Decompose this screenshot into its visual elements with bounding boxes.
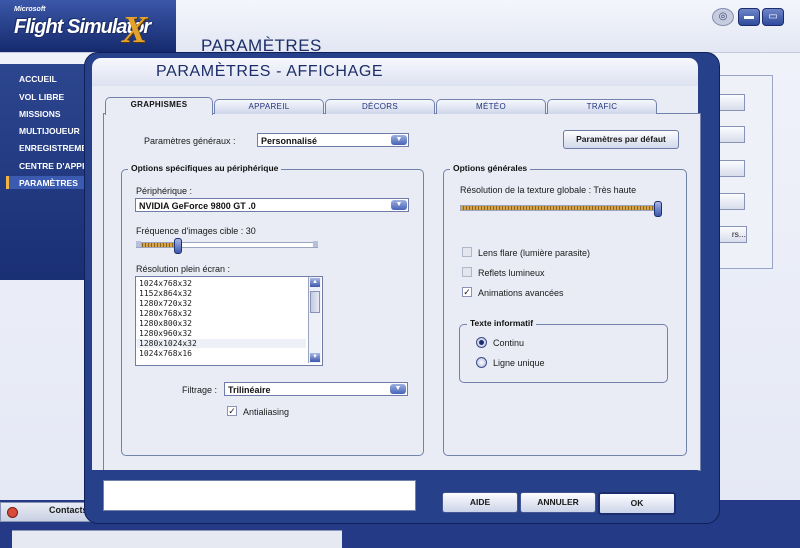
framerate-slider[interactable]	[136, 238, 318, 254]
flight-simulator-logo: Microsoft Flight Simulator X	[6, 6, 176, 51]
general-params-label: Paramètres généraux :	[144, 136, 236, 146]
framerate-label: Fréquence d'images cible : 30	[136, 226, 256, 236]
texture-slider-thumb[interactable]	[654, 201, 662, 217]
background-button-5[interactable]: rs...	[718, 226, 747, 243]
radio-continu-label: Continu	[493, 338, 525, 348]
nav-item-centre-apprentissage[interactable]: CENTRE D'APPR	[19, 161, 88, 171]
resolution-label: Résolution plein écran :	[136, 264, 231, 274]
radio-continu[interactable]	[476, 337, 487, 348]
lens-flare-checkbox[interactable]	[462, 247, 472, 257]
texture-resolution-label: Résolution de la texture globale : Très …	[460, 185, 637, 195]
maximize-button[interactable]: ▭	[762, 8, 784, 26]
list-item[interactable]: 1280x720x32	[139, 299, 192, 308]
checkmark-icon: ✓	[228, 406, 236, 416]
contacts-status-icon	[7, 507, 18, 518]
sound-icon[interactable]: ◎	[712, 8, 734, 26]
filter-label: Filtrage :	[182, 385, 218, 395]
dialog-title: PARAMÈTRES - AFFICHAGE	[156, 63, 384, 80]
info-text-title: Texte informatif	[467, 318, 537, 328]
list-item[interactable]: 1152x864x32	[139, 289, 192, 298]
tab-meteo[interactable]: MÉTÉO	[436, 99, 546, 114]
bottom-strip	[12, 530, 342, 548]
cancel-button[interactable]: ANNULER	[520, 492, 596, 513]
advanced-animations-label: Animations avancées	[478, 288, 564, 298]
info-text-group	[459, 324, 668, 383]
logo-x-mark: X	[122, 9, 148, 51]
texture-resolution-slider[interactable]	[460, 201, 662, 217]
logo-microsoft-text: Microsoft	[14, 6, 46, 13]
tab-graphismes[interactable]: GRAPHISMES	[105, 97, 213, 115]
contacts-label: Contacts	[49, 505, 88, 515]
light-reflections-checkbox[interactable]	[462, 267, 472, 277]
background-button-3[interactable]	[718, 160, 745, 177]
scroll-up-icon[interactable]: ▲	[310, 278, 320, 287]
nav-item-vol-libre[interactable]: VOL LIBRE	[19, 92, 64, 102]
general-options-group	[443, 169, 687, 456]
slider-max-mark	[313, 241, 318, 247]
general-params-select[interactable]: Personnalisé ▼	[257, 133, 409, 147]
device-select[interactable]: NVIDIA GeForce 9800 GT .0 ▼	[135, 198, 409, 212]
background-button-4[interactable]	[718, 193, 745, 210]
list-item-selected[interactable]: 1280x1024x32	[137, 339, 306, 348]
resolution-list[interactable]: 1024x768x32 1152x864x32 1280x720x32 1280…	[135, 276, 323, 366]
scroll-down-icon[interactable]: ▼	[310, 353, 320, 362]
list-item[interactable]: 1280x768x32	[139, 309, 192, 318]
general-options-title: Options générales	[450, 163, 531, 173]
filter-select[interactable]: Trilinéaire ▼	[224, 382, 408, 396]
ok-button[interactable]: OK	[598, 492, 676, 515]
antialiasing-label: Antialiasing	[243, 407, 290, 417]
device-label: Périphérique :	[136, 186, 193, 196]
nav-item-parametres[interactable]: PARAMÈTRES	[19, 178, 78, 188]
chevron-down-icon: ▼	[391, 200, 407, 210]
tab-appareil[interactable]: APPAREIL	[214, 99, 324, 114]
list-item[interactable]: 1280x960x32	[139, 329, 192, 338]
nav-item-accueil[interactable]: ACCUEIL	[19, 74, 57, 84]
radio-ligne-unique[interactable]	[476, 357, 487, 368]
background-right-panel: rs...	[718, 75, 773, 269]
default-settings-button[interactable]: Paramètres par défaut	[563, 130, 679, 149]
list-item[interactable]: 1024x768x16	[139, 349, 192, 358]
minimize-button[interactable]: ▬	[738, 8, 760, 26]
window-controls: ◎ ▬ ▭	[712, 8, 788, 28]
chevron-down-icon: ▼	[391, 135, 407, 145]
nav-item-multijoueur[interactable]: MULTIJOUEUR	[19, 126, 80, 136]
framerate-slider-fill	[137, 243, 175, 247]
antialiasing-checkbox[interactable]: ✓	[227, 406, 237, 416]
lens-flare-label: Lens flare (lumière parasite)	[478, 248, 591, 258]
list-item[interactable]: 1024x768x32	[139, 279, 192, 288]
general-params-value: Personnalisé	[261, 136, 318, 146]
framerate-slider-thumb[interactable]	[174, 238, 182, 254]
left-navigation: ACCUEIL VOL LIBRE MISSIONS MULTIJOUEUR E…	[0, 64, 98, 280]
nav-item-missions[interactable]: MISSIONS	[19, 109, 61, 119]
radio-dot	[479, 340, 484, 345]
slider-min-mark	[136, 241, 141, 247]
tab-decors[interactable]: DÉCORS	[325, 99, 435, 114]
background-button-2[interactable]	[718, 126, 745, 143]
scroll-thumb[interactable]	[310, 291, 320, 313]
footer-info-area	[103, 480, 416, 511]
advanced-animations-checkbox[interactable]: ✓	[462, 287, 472, 297]
filter-value: Trilinéaire	[228, 385, 271, 395]
device-value: NVIDIA GeForce 9800 GT .0	[139, 201, 256, 211]
device-options-title: Options spécifiques au périphérique	[128, 163, 282, 173]
tab-trafic[interactable]: TRAFIC	[547, 99, 657, 114]
light-reflections-label: Reflets lumineux	[478, 268, 545, 278]
texture-slider-fill	[461, 206, 655, 210]
help-button[interactable]: AIDE	[442, 492, 518, 513]
list-item[interactable]: 1280x800x32	[139, 319, 192, 328]
resolution-list-scrollbar[interactable]: ▲ ▼	[308, 277, 321, 363]
chevron-down-icon: ▼	[390, 384, 406, 394]
radio-ligne-unique-label: Ligne unique	[493, 358, 545, 368]
background-button-1[interactable]	[718, 94, 745, 111]
checkmark-icon: ✓	[463, 287, 471, 297]
